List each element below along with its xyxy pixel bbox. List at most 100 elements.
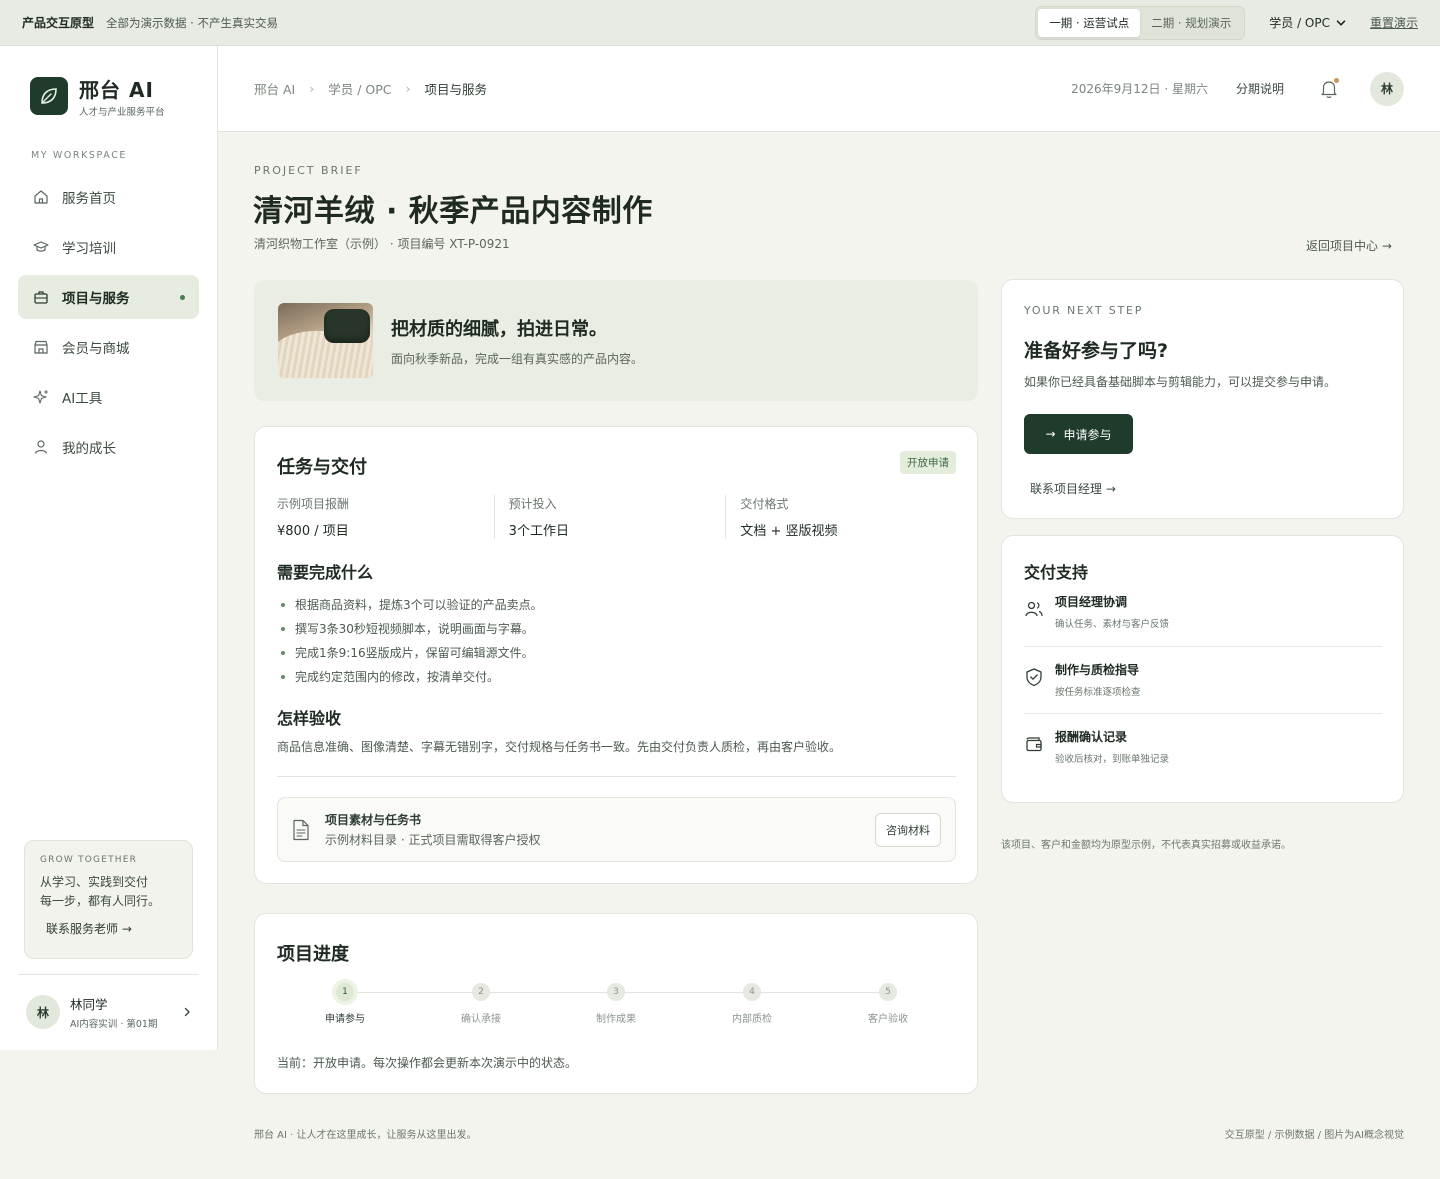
user-icon: [32, 438, 50, 456]
sparkle-icon: [32, 388, 50, 406]
user-profile[interactable]: 林 林同学 AI内容实训 · 第01期: [26, 994, 192, 1030]
next-step-kicker: YOUR NEXT STEP: [1024, 304, 1144, 317]
sidebar-item-membership[interactable]: 会员与商城: [18, 325, 199, 369]
project-progress-card: 项目进度 1 申请参与 2 确认承接 3 制作成果 4 内部质检 5 客户验收 …: [254, 913, 978, 1094]
materials-box: 项目素材与任务书 示例材料目录 · 正式项目需取得客户授权 咨询材料: [277, 797, 956, 862]
notification-dot: [1334, 77, 1339, 83]
materials-title: 项目素材与任务书: [325, 813, 422, 827]
back-link-label: 返回项目中心: [1306, 239, 1379, 253]
list-item: 撰写3条30秒短视频脚本，说明画面与字幕。: [277, 617, 543, 641]
divider: [277, 776, 956, 777]
store-icon: [32, 338, 50, 356]
stat-format: 交付格式 文档 + 竖版视频: [725, 495, 957, 539]
requirements-list: 根据商品资料，提炼3个可以验证的产品卖点。 撰写3条30秒短视频脚本，说明画面与…: [277, 593, 543, 689]
sidebar-item-growth[interactable]: 我的成长: [18, 425, 199, 469]
chevron-right-icon: ›: [405, 81, 411, 96]
progress-step-5: 5 客户验收: [838, 983, 938, 1025]
delivery-support-card: 交付支持 项目经理协调 确认任务、素材与客户反馈 制作与质检指导 按任务标准逐项…: [1001, 535, 1404, 803]
sidebar-item-label: 服务首页: [62, 191, 116, 207]
acceptance-text: 商品信息准确、图像清楚、字幕无错别字，交付规格与任务书一致。先由交付负责人质检，…: [277, 740, 842, 754]
support-item-payment: 报酬确认记录 验收后核对，到账单独记录: [1024, 728, 1382, 765]
support-item-desc: 按任务标准逐项检查: [1055, 687, 1141, 698]
users-icon: [1024, 599, 1044, 619]
breadcrumb-role[interactable]: 学员 / OPC: [328, 79, 391, 98]
page-title: 清河羊绒 · 秋季产品内容制作: [253, 194, 653, 229]
support-item-desc: 确认任务、素材与客户反馈: [1055, 619, 1170, 630]
support-title: 交付支持: [1024, 563, 1089, 582]
demo-note: 全部为演示数据 · 不产生真实交易: [106, 15, 278, 30]
disclaimer-text: 该项目、客户和金额均为原型示例，不代表真实招募或收益承诺。: [1001, 840, 1291, 851]
step-number: 3: [607, 983, 625, 1001]
contact-manager-link[interactable]: 联系项目经理 →: [1030, 480, 1116, 497]
task-title: 任务与交付: [277, 457, 367, 478]
avatar: 林: [26, 995, 60, 1029]
phase-tab-1[interactable]: 一期 · 运营试点: [1038, 8, 1141, 37]
brand[interactable]: 邢台 AI 人才与产业服务平台: [30, 74, 165, 118]
step-number: 2: [472, 983, 490, 1001]
list-item: 完成约定范围内的修改，按清单交付。: [277, 665, 543, 689]
sidebar-item-label: 我的成长: [62, 441, 116, 457]
step-number: 5: [879, 983, 897, 1001]
leaf-logo-icon: [30, 77, 68, 115]
user-cohort: AI内容实训 · 第01期: [70, 1019, 158, 1030]
phase-info-link[interactable]: 分期说明: [1236, 80, 1284, 97]
arrow-right-icon: →: [1105, 482, 1116, 496]
top-bar: 产品交互原型 全部为演示数据 · 不产生真实交易 一期 · 运营试点 二期 · …: [0, 0, 1440, 46]
divider: [1024, 713, 1382, 714]
stat-value: ¥800 / 项目: [277, 524, 349, 539]
sidebar-item-learning[interactable]: 学习培训: [18, 225, 199, 269]
requirements-title: 需要完成什么: [277, 563, 374, 582]
step-label: 申请参与: [325, 1014, 365, 1025]
footer-slogan: 邢台 AI · 让人才在这里成长，让服务从这里出发。: [254, 1130, 477, 1141]
avatar[interactable]: 林: [1370, 71, 1404, 106]
stat-effort: 预计投入 3个工作日: [493, 495, 726, 539]
document-icon: [292, 819, 312, 841]
next-step-title: 准备好参与了吗?: [1024, 340, 1169, 362]
sidebar-item-projects[interactable]: 项目与服务: [18, 275, 199, 319]
next-step-desc: 如果你已经具备基础脚本与剪辑能力，可以提交参与申请。: [1024, 375, 1337, 389]
phase-switch: 一期 · 运营试点 二期 · 规划演示: [1035, 5, 1246, 40]
breadcrumb-home[interactable]: 邢台 AI: [254, 79, 295, 98]
current-date: 2026年9月12日 · 星期六: [1071, 82, 1208, 96]
progress-title: 项目进度: [277, 944, 349, 965]
stat-value: 3个工作日: [508, 524, 569, 539]
consult-materials-button[interactable]: 咨询材料: [875, 812, 941, 847]
phase-tab-2[interactable]: 二期 · 规划演示: [1140, 9, 1242, 37]
home-icon: [32, 188, 50, 206]
support-item-name: 报酬确认记录: [1055, 730, 1128, 744]
back-to-projects-link[interactable]: 返回项目中心 →: [1306, 237, 1392, 254]
arrow-right-icon: →: [1045, 427, 1056, 441]
step-label: 确认承接: [461, 1014, 501, 1025]
sidebar-item-label: 会员与商城: [62, 341, 130, 357]
stat-label: 交付格式: [740, 497, 789, 511]
role-selector[interactable]: 学员 / OPC: [1269, 14, 1346, 31]
apply-button[interactable]: → 申请参与: [1024, 414, 1133, 454]
user-name: 林同学: [70, 997, 108, 1012]
cashmere-product-image: [278, 303, 373, 378]
progress-note: 当前：开放申请。每次操作都会更新本次演示中的状态。: [277, 1056, 578, 1070]
divider: [1024, 646, 1382, 647]
banner-title: 把材质的细腻，拍进日常。: [391, 318, 607, 340]
active-indicator-dot: [180, 295, 185, 300]
wallet-icon: [1024, 734, 1044, 754]
sidebar-item-ai-tools[interactable]: AI工具: [18, 375, 199, 419]
progress-step-3: 3 制作成果: [566, 983, 666, 1025]
acceptance-title: 怎样验收: [277, 709, 342, 728]
grow-line-2: 每一步，都有人同行。: [40, 894, 161, 908]
progress-step-4: 4 内部质检: [702, 983, 802, 1025]
grow-together-card: GROW TOGETHER 从学习、实践到交付 每一步，都有人同行。 联系服务老…: [24, 840, 193, 959]
task-delivery-card: 任务与交付 开放申请 示例项目报酬 ¥800 / 项目 预计投入 3个工作日 交…: [254, 426, 978, 884]
next-step-card: YOUR NEXT STEP 准备好参与了吗? 如果你已经具备基础脚本与剪辑能力…: [1001, 279, 1404, 519]
grow-line-1: 从学习、实践到交付: [40, 875, 149, 889]
contact-teacher-link[interactable]: 联系服务老师 →: [46, 920, 177, 937]
list-item: 完成1条9:16竖版成片，保留可编辑源文件。: [277, 641, 543, 665]
bell-icon[interactable]: [1320, 77, 1340, 99]
contact-manager-label: 联系项目经理: [1030, 482, 1103, 496]
reset-demo-link[interactable]: 重置演示: [1370, 14, 1418, 31]
role-label: 学员 / OPC: [1269, 16, 1330, 30]
sidebar-item-home[interactable]: 服务首页: [18, 175, 199, 219]
chevron-down-icon: [1336, 18, 1346, 28]
support-item-coordination: 项目经理协调 确认任务、素材与客户反馈: [1024, 593, 1382, 630]
grow-desc: 从学习、实践到交付 每一步，都有人同行。: [40, 873, 177, 911]
breadcrumb-current: 项目与服务: [424, 82, 487, 97]
